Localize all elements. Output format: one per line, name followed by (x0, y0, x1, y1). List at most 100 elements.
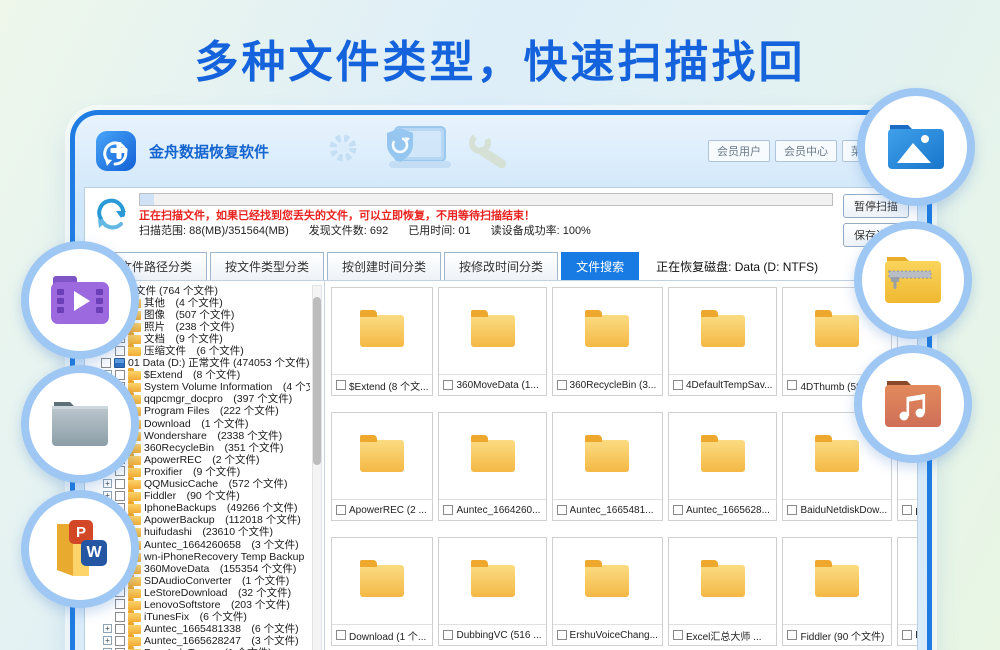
app-title: 金舟数据恢复软件 (149, 141, 269, 162)
file-name: 4DefaultTempSav... (686, 380, 773, 391)
scan-range: 扫描范围: 88(MB)/351564(MB) (139, 224, 289, 239)
titlebar: 金舟数据恢复软件 (75, 115, 927, 187)
tree-checkbox[interactable] (115, 612, 125, 622)
zip-folder-icon (884, 255, 942, 305)
file-name: ApowerREC (2 ... (349, 505, 427, 516)
file-checkbox[interactable] (787, 505, 797, 515)
file-checkbox[interactable] (902, 505, 912, 515)
file-tile-icon-area (332, 288, 432, 374)
file-tile-label-row: Auntec_1665481... (553, 499, 662, 520)
file-tile[interactable]: 360RecycleBin (3... (552, 287, 663, 396)
file-tile-icon-area (439, 413, 545, 499)
file-tile[interactable]: Auntec_1664260... (438, 412, 546, 521)
file-tile-label-row: BaiduNetdiskDow... (783, 499, 891, 520)
file-name: Download (1 个... (349, 628, 426, 643)
classification-tab[interactable]: 按修改时间分类 (444, 252, 558, 280)
folder-icon (128, 613, 141, 622)
file-tile[interactable]: ApowerREC (2 ... (331, 412, 433, 521)
file-checkbox[interactable] (557, 505, 567, 515)
file-checkbox[interactable] (443, 505, 453, 515)
tree-checkbox[interactable] (115, 636, 125, 646)
scan-found-count: 发现文件数: 692 (309, 224, 388, 239)
file-tile[interactable]: Download (1 个... (331, 537, 433, 646)
file-name: Auntec_1665481... (570, 505, 654, 516)
tree-scrollbar-thumb[interactable] (313, 297, 321, 465)
file-name: Auntec_1664260... (456, 505, 540, 516)
folder-icon (128, 468, 141, 477)
file-name: Fiddler (90 个文件) (800, 628, 884, 643)
expand-icon[interactable]: + (103, 479, 112, 488)
file-tile[interactable]: ErshuVoiceChang... (552, 537, 663, 646)
file-tile[interactable]: Excel汇总大师 ... (668, 537, 778, 646)
file-tile-label-row: Download (1 个... (332, 624, 432, 645)
expand-icon[interactable]: + (103, 624, 112, 633)
file-tile[interactable]: DubbingVC (516 ... (438, 537, 546, 646)
expand-icon[interactable]: + (103, 636, 112, 645)
file-checkbox[interactable] (902, 630, 912, 640)
file-tile-icon-area (553, 538, 662, 624)
file-tile-icon-area (439, 538, 545, 624)
folder-icon (128, 335, 141, 344)
scan-progress-bar (139, 193, 833, 206)
file-name: BaiduNetdiskDow... (800, 505, 887, 516)
gear-icon (323, 132, 363, 172)
file-checkbox[interactable] (336, 630, 346, 640)
file-tile-icon-area (332, 413, 432, 499)
file-tile[interactable]: Auntec_1665628... (668, 412, 778, 521)
page: 多种文件类型，快速扫描找回 金舟数据恢复软件 (0, 0, 1000, 650)
file-checkbox[interactable] (787, 380, 797, 390)
file-tile[interactable]: 4DefaultTempSav... (668, 287, 778, 396)
file-checkbox[interactable] (673, 630, 683, 640)
classification-tab[interactable]: 文件搜索 (561, 252, 639, 280)
file-checkbox[interactable] (673, 505, 683, 515)
file-name: FoneLab Temp (1... (915, 630, 917, 641)
file-checkbox[interactable] (336, 505, 346, 515)
gray-folder-icon (51, 400, 109, 448)
folder-icon (701, 315, 745, 347)
folder-icon (360, 315, 404, 347)
folder-icon (701, 440, 745, 472)
tree-checkbox[interactable] (115, 346, 125, 356)
file-tile[interactable]: Fiddler (90 个文件) (782, 537, 892, 646)
file-checkbox[interactable] (557, 380, 567, 390)
file-tile[interactable]: $Extend (8 个文... (331, 287, 433, 396)
zip-folder-badge (854, 221, 972, 339)
scan-elapsed-time: 已用时间: 01 (408, 224, 470, 239)
file-checkbox[interactable] (443, 380, 453, 390)
file-name: 360MoveData (1... (456, 380, 538, 391)
folder-icon (701, 565, 745, 597)
classification-tab[interactable]: 按文件类型分类 (210, 252, 324, 280)
folder-icon (128, 480, 141, 489)
classification-tab[interactable]: 按创建时间分类 (327, 252, 441, 280)
titlebar-button[interactable]: 会员中心 (775, 140, 837, 162)
wrench-icon (467, 129, 519, 175)
file-tile[interactable]: 360MoveData (1... (438, 287, 546, 396)
file-tile-icon-area (898, 538, 917, 624)
folder-icon (360, 565, 404, 597)
word-badge-icon: W (81, 540, 107, 566)
titlebar-button[interactable]: 会员用户 (708, 140, 770, 162)
file-checkbox[interactable] (336, 380, 346, 390)
file-tile-icon-area (553, 288, 662, 374)
file-tile-icon-area (669, 538, 777, 624)
tree-checkbox[interactable] (115, 491, 125, 501)
file-checkbox[interactable] (443, 630, 453, 640)
tree-checkbox[interactable] (115, 599, 125, 609)
file-tile-label-row: Ditto (41 个文件) (898, 499, 917, 520)
folder-icon (128, 601, 141, 610)
file-checkbox[interactable] (787, 630, 797, 640)
file-tile-label-row: Fiddler (90 个文件) (783, 624, 891, 645)
file-tile-icon-area (669, 413, 777, 499)
folder-icon (128, 383, 141, 392)
tree-checkbox[interactable] (115, 624, 125, 634)
file-checkbox[interactable] (557, 630, 567, 640)
page-title: 多种文件类型，快速扫描找回 (0, 26, 1000, 90)
file-tile[interactable]: Auntec_1665481... (552, 412, 663, 521)
scan-status-text: 正在扫描文件，如果已经找到您丢失的文件，可以立即恢复，不用等待扫描结束！ (139, 209, 833, 224)
file-tile[interactable]: FoneLab Temp (1... (897, 537, 917, 646)
tree-checkbox[interactable] (101, 358, 111, 368)
header-decoration (323, 121, 519, 183)
file-name: Excel汇总大师 ... (686, 628, 762, 643)
file-checkbox[interactable] (673, 380, 683, 390)
tree-checkbox[interactable] (115, 479, 125, 489)
